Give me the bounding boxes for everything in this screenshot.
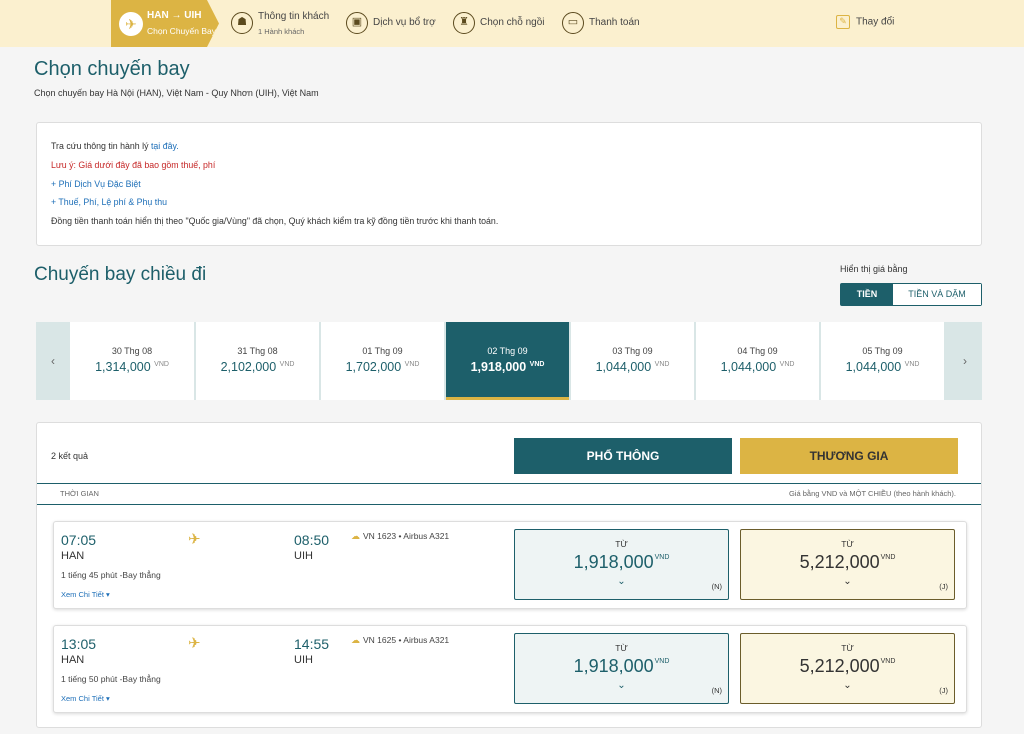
date-option[interactable]: 31 Thg 08 2,102,000 VND <box>196 322 319 400</box>
price-display-label: Hiển thị giá bằng <box>840 264 908 274</box>
airline-logo-icon: ☁ <box>351 635 360 645</box>
fare-class: (N) <box>711 582 722 591</box>
chevron-down-icon: ⌄ <box>843 680 852 691</box>
passenger-icon: ☗ <box>231 12 253 34</box>
flight-row: 13:05 HAN 1 tiếng 50 phút -Bay thẳng Xem… <box>53 625 967 713</box>
taxes-fees-link[interactable]: + Thuế, Phí, Lệ phí & Phụ thu <box>51 197 167 207</box>
baggage-info: Tra cứu thông tin hành lý tại đây. <box>51 141 179 151</box>
page-subtitle: Chọn chuyến bay Hà Nội (HAN), Việt Nam -… <box>34 88 319 98</box>
passenger-step-title: Thông tin khách <box>258 11 330 22</box>
airline-logo-icon: ☁ <box>351 531 360 541</box>
fare-class: (J) <box>939 686 948 695</box>
price-note-header: Giá bằng VND và MỘT CHIỀU (theo hành khá… <box>788 489 956 498</box>
results-panel: 2 kết quả PHỔ THÔNG THƯƠNG GIA THỜI GIAN… <box>36 422 982 728</box>
date-option[interactable]: 01 Thg 09 1,702,000 VND <box>321 322 444 400</box>
date-option-selected[interactable]: 02 Thg 09 1,918,000 VND <box>446 322 569 400</box>
economy-price: 1,918,000VND <box>573 656 670 676</box>
edit-icon: ✎ <box>836 15 850 29</box>
airplane-icon: ✈ <box>188 635 201 652</box>
extras-step-title: Dịch vụ bổ trợ <box>373 17 436 28</box>
route-title: HAN → UIH <box>147 10 202 21</box>
flight-details-link[interactable]: Xem Chi Tiết ▾ <box>61 590 110 599</box>
booking-steps-bar: ✈ HAN → UIH Chọn Chuyến Bay ☗ Thông tin … <box>0 0 1024 47</box>
chevron-down-icon: ⌄ <box>617 680 626 691</box>
fare-class: (N) <box>711 686 722 695</box>
date-option[interactable]: 03 Thg 09 1,044,000 VND <box>571 322 694 400</box>
carousel-prev-icon[interactable]: ‹ <box>36 322 70 400</box>
currency-note: Đồng tiền thanh toán hiển thị theo "Quốc… <box>51 216 499 226</box>
chevron-down-icon: ⌄ <box>617 576 626 587</box>
carousel-next-icon[interactable]: › <box>948 322 982 400</box>
fare-class: (J) <box>939 582 948 591</box>
airplane-icon: ✈ <box>119 12 143 36</box>
economy-tab[interactable]: PHỔ THÔNG <box>514 438 732 474</box>
date-option[interactable]: 05 Thg 09 1,044,000 VND <box>821 322 944 400</box>
business-price: 5,212,000VND <box>799 552 896 572</box>
page-title: Chọn chuyến bay <box>34 58 190 80</box>
business-fare-button[interactable]: TỪ 5,212,000VND ⌄ (J) <box>740 529 955 600</box>
date-carousel: ‹ 30 Thg 08 1,314,000 VND 31 Thg 08 2,10… <box>36 322 982 400</box>
seat-icon: ♜ <box>453 12 475 34</box>
flight-number: ☁ VN 1623 • Airbus A321 <box>351 531 450 541</box>
chevron-down-icon: ⌄ <box>843 576 852 587</box>
price-display-toggle: TIỀN TIỀN VÀ DẶM <box>840 283 982 306</box>
outbound-title: Chuyến bay chiều đi <box>34 264 207 285</box>
luggage-icon: ▣ <box>346 12 368 34</box>
seats-step-title: Chọn chỗ ngồi <box>480 17 545 28</box>
result-count: 2 kết quả <box>51 451 89 461</box>
flight-details-link[interactable]: Xem Chi Tiết ▾ <box>61 694 110 703</box>
date-option[interactable]: 30 Thg 08 1,314,000 VND <box>70 322 194 400</box>
change-button[interactable]: ✎ Thay đổi <box>836 15 894 29</box>
flight-number: ☁ VN 1625 • Airbus A321 <box>351 635 450 645</box>
step-select-flight[interactable]: ✈ HAN → UIH Chọn Chuyến Bay <box>111 0 219 47</box>
business-price: 5,212,000VND <box>799 656 896 676</box>
arrival-airport: UIH <box>294 550 313 562</box>
results-header: THỜI GIAN Giá bằng VND và MỘT CHIỀU (the… <box>37 483 981 505</box>
payment-step-title: Thanh toán <box>589 17 640 28</box>
card-icon: ▭ <box>562 12 584 34</box>
special-fees-link[interactable]: + Phí Dịch Vụ Đặc Biệt <box>51 179 141 189</box>
price-note: Lưu ý: Giá dưới đây đã bao gồm thuế, phí <box>51 160 216 170</box>
departure-time: 13:05 <box>61 636 97 652</box>
change-label: Thay đổi <box>856 16 895 28</box>
economy-fare-button[interactable]: TỪ 1,918,000VND ⌄ (N) <box>514 529 729 600</box>
business-tab[interactable]: THƯƠNG GIA <box>740 438 958 474</box>
economy-fare-button[interactable]: TỪ 1,918,000VND ⌄ (N) <box>514 633 729 704</box>
toggle-money[interactable]: TIỀN <box>841 284 893 305</box>
time-column-header: THỜI GIAN <box>60 489 99 498</box>
arrival-airport: UIH <box>294 654 313 666</box>
baggage-link[interactable]: tại đây. <box>151 141 179 151</box>
date-option[interactable]: 04 Thg 09 1,044,000 VND <box>696 322 819 400</box>
departure-airport: HAN <box>61 550 85 562</box>
passenger-count: 1 Hành khách <box>258 27 305 36</box>
arrival-time: 08:50 <box>294 532 330 548</box>
flight-duration: 1 tiếng 45 phút -Bay thẳng <box>61 570 161 580</box>
arrival-time: 14:55 <box>294 636 330 652</box>
info-box: Tra cứu thông tin hành lý tại đây. Lưu ý… <box>36 122 982 246</box>
toggle-money-miles[interactable]: TIỀN VÀ DẶM <box>893 284 981 305</box>
route-subtitle: Chọn Chuyến Bay <box>147 26 216 36</box>
business-fare-button[interactable]: TỪ 5,212,000VND ⌄ (J) <box>740 633 955 704</box>
flight-row: 07:05 HAN 1 tiếng 45 phút -Bay thẳng Xem… <box>53 521 967 609</box>
departure-airport: HAN <box>61 654 85 666</box>
departure-time: 07:05 <box>61 532 97 548</box>
economy-price: 1,918,000VND <box>573 552 670 572</box>
airplane-icon: ✈ <box>188 531 201 548</box>
flight-duration: 1 tiếng 50 phút -Bay thẳng <box>61 674 161 684</box>
